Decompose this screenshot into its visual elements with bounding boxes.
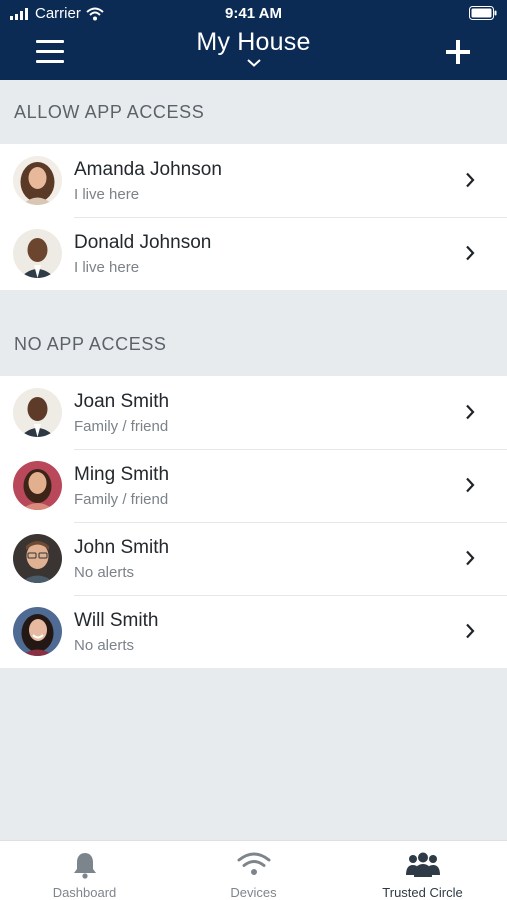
person-name: John Smith — [74, 537, 170, 558]
person-name: Joan Smith — [74, 391, 170, 412]
person-role: I live here — [74, 259, 140, 276]
group-icon — [405, 852, 440, 877]
list-item[interactable]: Joan Smith Family / friend — [0, 376, 507, 449]
chevron-right-icon — [466, 245, 475, 261]
person-role: No alerts — [74, 564, 135, 581]
page-title: My House — [196, 28, 311, 56]
list-item[interactable]: Will Smith No alerts — [0, 595, 507, 668]
chevron-right-icon — [466, 550, 475, 566]
chevron-down-icon — [246, 59, 261, 67]
list-item[interactable]: Amanda Johnson I live here — [0, 144, 507, 217]
tab-label: Dashboard — [52, 885, 117, 900]
bottom-tab-bar: Dashboard Devices Trusted Circle — [0, 840, 507, 900]
avatar — [13, 607, 62, 656]
tab-trusted-circle[interactable]: Trusted Circle — [338, 841, 507, 900]
location-selector[interactable]: My House — [150, 28, 357, 67]
clock: 9:41 AM — [225, 5, 282, 22]
person-name: Will Smith — [74, 610, 159, 631]
top-navigation-bar: Carrier 9:41 AM My House — [0, 0, 507, 80]
person-role: No alerts — [74, 637, 135, 654]
allow-access-list: Amanda Johnson I live here Donald Johnso… — [0, 144, 507, 290]
person-name: Amanda Johnson — [74, 159, 222, 180]
section-header-no-access: NO APP ACCESS — [0, 313, 507, 375]
chevron-right-icon — [466, 172, 475, 188]
menu-icon[interactable] — [36, 40, 64, 64]
list-item[interactable]: Ming Smith Family / friend — [0, 449, 507, 522]
tab-label: Devices — [230, 885, 277, 900]
chevron-right-icon — [466, 623, 475, 639]
person-role: I live here — [74, 186, 140, 203]
wifi-icon — [237, 852, 270, 875]
person-name: Donald Johnson — [74, 232, 212, 253]
avatar — [13, 461, 62, 510]
person-role: Family / friend — [74, 418, 169, 435]
avatar — [13, 229, 62, 278]
list-item[interactable]: Donald Johnson I live here — [0, 217, 507, 290]
person-role: Family / friend — [74, 491, 169, 508]
chevron-right-icon — [466, 404, 475, 420]
section-header-allow-access: ALLOW APP ACCESS — [0, 80, 507, 144]
tab-label: Trusted Circle — [382, 885, 463, 900]
list-item[interactable]: John Smith No alerts — [0, 522, 507, 595]
chevron-right-icon — [466, 477, 475, 493]
bell-icon — [73, 853, 96, 879]
no-access-list: Joan Smith Family / friend Ming Smith Fa… — [0, 376, 507, 668]
plus-icon[interactable] — [444, 38, 472, 66]
person-name: Ming Smith — [74, 464, 170, 485]
tab-devices[interactable]: Devices — [169, 841, 338, 900]
avatar — [13, 388, 62, 437]
tab-dashboard[interactable]: Dashboard — [0, 841, 169, 900]
avatar — [13, 534, 62, 583]
avatar — [13, 156, 62, 205]
status-bar: Carrier 9:41 AM — [0, 0, 507, 28]
battery-icon — [469, 6, 497, 20]
